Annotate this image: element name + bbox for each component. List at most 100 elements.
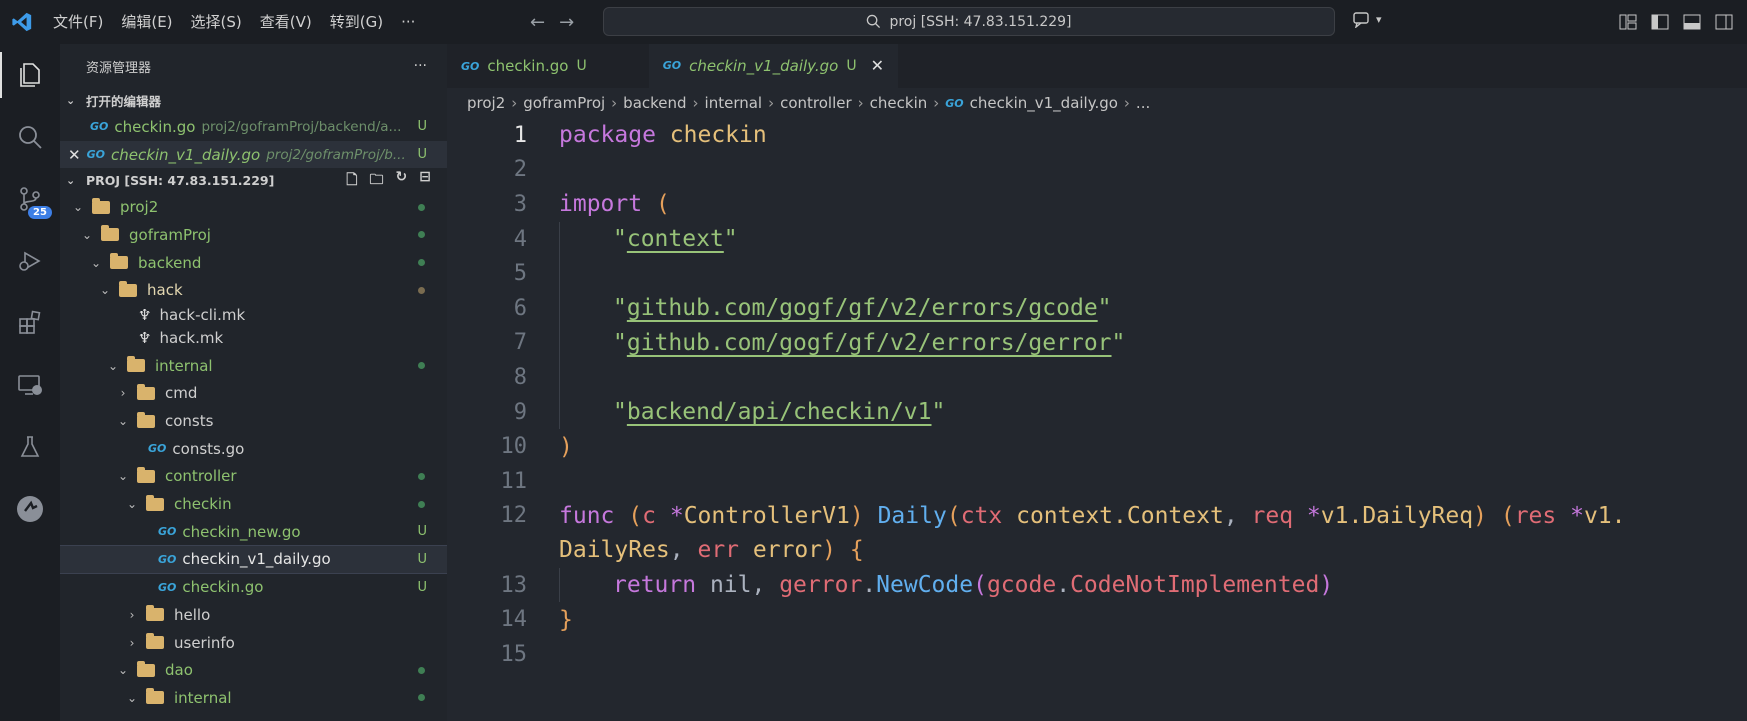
more-actions-button[interactable]: ··· xyxy=(414,58,427,74)
tree-folder-internal[interactable]: ⌄ internal xyxy=(60,352,447,380)
command-center-search[interactable]: proj [SSH: 47.83.151.229] xyxy=(603,7,1335,36)
menu-more[interactable]: ··· xyxy=(392,0,424,44)
menu-view[interactable]: 查看(V) xyxy=(251,0,321,44)
line-number: 6 xyxy=(513,295,527,321)
remote-explorer-icon xyxy=(18,375,42,395)
toggle-panel-icon[interactable] xyxy=(1683,14,1701,30)
run-debug-button[interactable] xyxy=(0,230,60,292)
breadcrumb-item[interactable]: checkin xyxy=(870,94,928,112)
folder-open-icon xyxy=(137,466,155,483)
tree-file-hack-mk[interactable]: ♆ hack.mk xyxy=(60,324,447,352)
menu-edit[interactable]: 编辑(E) xyxy=(112,0,181,44)
menu-selection[interactable]: 选择(S) xyxy=(182,0,251,44)
code-line: 8 xyxy=(447,360,1747,395)
status-dot xyxy=(418,231,425,239)
status-dot xyxy=(418,362,425,370)
search-icon xyxy=(19,126,42,149)
tree-file-checkin-go[interactable]: GO checkin.go U xyxy=(60,573,447,601)
vscode-logo-icon xyxy=(0,0,44,44)
tab-checkin-v1-daily[interactable]: GO checkin_v1_daily.go U ✕ xyxy=(648,44,898,88)
tree-folder-dao-internal[interactable]: ⌄ internal xyxy=(60,684,447,712)
line-number: 13 xyxy=(500,572,528,598)
code-line: 2 xyxy=(447,153,1747,188)
project-header[interactable]: ⌄ PROJ [SSH: 47.83.151.229] 🗋 🗀 ↻ ⊟ xyxy=(60,168,447,193)
code-line-wrapped: DailyRes, err error) { xyxy=(559,537,864,564)
close-icon[interactable]: ✕ xyxy=(68,146,81,164)
tree-folder-backend[interactable]: ⌄ backend xyxy=(60,249,447,277)
tree-folder-cmd[interactable]: › cmd xyxy=(60,380,447,408)
folder-icon xyxy=(146,633,164,650)
source-control-button[interactable]: 25 xyxy=(0,168,60,230)
chevron-right-icon: › xyxy=(129,635,135,650)
line-number: 15 xyxy=(500,641,528,667)
tab-checkin-go[interactable]: GO checkin.go U xyxy=(447,44,649,88)
back-arrow-icon[interactable]: ← xyxy=(530,12,545,33)
folder-open-icon xyxy=(127,356,145,373)
status-dot xyxy=(418,666,425,674)
tree-folder-userinfo[interactable]: › userinfo xyxy=(60,629,447,657)
explorer-title: 资源管理器 xyxy=(86,60,152,76)
chevron-right-icon: › xyxy=(120,386,126,401)
folder-icon xyxy=(137,383,155,400)
breadcrumb-item[interactable]: backend xyxy=(623,94,686,112)
extensions-button[interactable] xyxy=(0,292,60,354)
line-number: 1 xyxy=(513,122,527,148)
chevron-right-icon: › xyxy=(129,607,135,622)
status-dot xyxy=(418,203,425,211)
new-file-icon[interactable]: 🗋 xyxy=(346,169,357,193)
close-icon[interactable]: ✕ xyxy=(871,56,884,75)
tree-folder-hack[interactable]: ⌄ hack xyxy=(60,276,447,304)
code-line: 10 ) xyxy=(447,429,1747,464)
debug-icon xyxy=(19,251,41,271)
tree-folder-consts[interactable]: ⌄ consts xyxy=(60,407,447,435)
breadcrumb-item[interactable]: ... xyxy=(1136,94,1150,112)
chevron-down-icon: ⌄ xyxy=(81,227,93,242)
remote-status-button[interactable] xyxy=(0,478,60,540)
chevron-down-icon: ⌄ xyxy=(117,469,129,484)
search-button[interactable] xyxy=(0,106,60,168)
breadcrumb-item[interactable]: proj2 xyxy=(467,94,505,112)
tree-file-hack-cli[interactable]: ♆ hack-cli.mk xyxy=(60,304,447,324)
toggle-primary-sidebar-icon[interactable] xyxy=(1651,14,1669,30)
go-file-icon: GO xyxy=(662,59,682,72)
tree-file-checkin-new[interactable]: GO checkin_new.go U xyxy=(60,518,447,546)
line-number: 8 xyxy=(513,364,527,390)
tree-folder-dao[interactable]: ⌄ dao xyxy=(60,656,447,684)
code-line: 1 package checkin xyxy=(447,118,1747,153)
flask-icon xyxy=(20,436,40,457)
editor-tabs: GO checkin.go U GO checkin_v1_daily.go U… xyxy=(447,44,1747,88)
line-number: 10 xyxy=(500,434,528,460)
breadcrumb-item[interactable]: checkin_v1_daily.go xyxy=(970,94,1118,112)
open-editor-item[interactable]: GO checkin.go proj2/goframProj/backend/a… xyxy=(60,113,447,141)
tree-file-consts-go[interactable]: GO consts.go xyxy=(60,435,447,463)
tree-folder-hello[interactable]: › hello xyxy=(60,601,447,629)
open-editors-header[interactable]: ⌄ 打开的编辑器 xyxy=(60,88,447,113)
collapse-all-icon[interactable]: ⊟ xyxy=(419,169,431,193)
breadcrumb-item[interactable]: controller xyxy=(780,94,852,112)
menu-file[interactable]: 文件(F) xyxy=(44,0,112,44)
tree-folder-controller[interactable]: ⌄ controller xyxy=(60,463,447,491)
testing-button[interactable] xyxy=(0,416,60,478)
explorer-button[interactable] xyxy=(0,44,60,106)
new-folder-icon[interactable]: 🗀 xyxy=(370,169,384,193)
chevron-down-icon: ⌄ xyxy=(117,663,129,678)
copilot-button[interactable]: ▾ xyxy=(1352,10,1382,28)
tree-file-checkin-v1-daily[interactable]: GO checkin_v1_daily.go U xyxy=(60,544,447,575)
remote-explorer-button[interactable] xyxy=(0,354,60,416)
open-editor-item-active[interactable]: ✕ GO checkin_v1_daily.go proj2/goframPro… xyxy=(60,140,447,169)
tree-folder-proj2[interactable]: ⌄ proj2 xyxy=(60,193,447,221)
line-number: 9 xyxy=(513,399,527,425)
menu-go[interactable]: 转到(G) xyxy=(321,0,392,44)
status-dot xyxy=(418,286,425,294)
refresh-icon[interactable]: ↻ xyxy=(396,169,408,193)
tree-folder-checkin[interactable]: ⌄ checkin xyxy=(60,490,447,518)
tree-folder-goframproj[interactable]: ⌄ goframProj xyxy=(60,221,447,249)
breadcrumb: proj2 › goframProj › backend › internal › co… xyxy=(467,94,1151,112)
layout-customize-icon[interactable] xyxy=(1619,14,1637,30)
breadcrumb-item[interactable]: goframProj xyxy=(523,94,605,112)
forward-arrow-icon[interactable]: → xyxy=(559,12,574,33)
toggle-secondary-sidebar-icon[interactable] xyxy=(1715,14,1733,30)
code-line: 11 xyxy=(447,464,1747,499)
breadcrumb-item[interactable]: internal xyxy=(705,94,763,112)
code-editor[interactable]: 1 package checkin 2 3 import ( 4 "contex… xyxy=(447,118,1747,672)
